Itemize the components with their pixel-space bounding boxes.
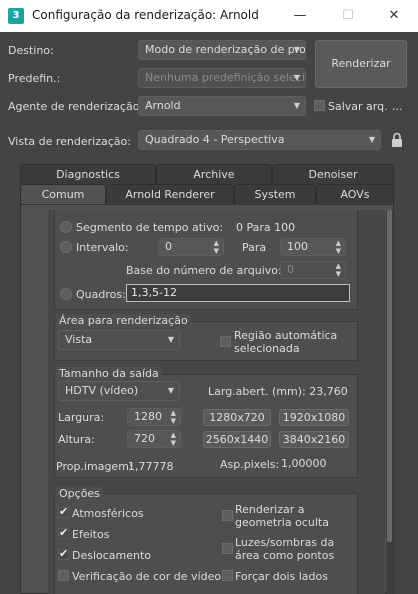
intervalo-label: Intervalo: bbox=[76, 241, 129, 254]
window-title: Configuração da renderização: Arnold bbox=[32, 8, 259, 22]
scrollbar-thumb[interactable] bbox=[387, 210, 392, 542]
output-preset-value: HDTV (vídeo) bbox=[65, 384, 139, 397]
vista-dropdown[interactable]: Quadrado 4 - Perspectiva ▼ bbox=[138, 130, 381, 150]
output-preset-dropdown[interactable]: HDTV (vídeo) ▼ bbox=[58, 381, 180, 401]
verificacao-cor-label: Verificação de cor de vídeo bbox=[72, 570, 222, 583]
quadros-radio[interactable] bbox=[60, 288, 72, 300]
tab-arnold-renderer[interactable]: Arnold Renderer bbox=[106, 184, 234, 204]
close-button[interactable]: ✕ bbox=[384, 6, 404, 26]
luzes-sombras-checkbox[interactable] bbox=[222, 543, 233, 554]
preset-1280x720-button[interactable]: 1280x720 bbox=[203, 409, 271, 426]
lock-icon[interactable] bbox=[390, 132, 404, 148]
checkmark-icon: ✔ bbox=[59, 526, 69, 539]
tab-diagnostics[interactable]: Diagnostics bbox=[20, 164, 156, 184]
largura-value: 1280 bbox=[134, 410, 162, 423]
agente-value: Arnold bbox=[145, 99, 181, 112]
segmento-radio[interactable] bbox=[60, 221, 72, 233]
vista-value: Quadrado 4 - Perspectiva bbox=[145, 133, 285, 146]
verificacao-cor-checkbox[interactable] bbox=[58, 570, 69, 581]
output-size-title: Tamanho da saída bbox=[56, 367, 162, 380]
intervalo-from-spinner[interactable]: 0 ▲ ▼ bbox=[158, 238, 224, 256]
altura-label: Altura: bbox=[58, 433, 95, 446]
efeitos-checkbox[interactable]: ✔ bbox=[58, 526, 69, 539]
destino-value: Modo de renderização de proc bbox=[145, 43, 306, 56]
vista-label: Vista de renderização: bbox=[8, 135, 131, 148]
quadros-label: Quadros: bbox=[76, 288, 126, 301]
checkmark-icon: ✔ bbox=[59, 505, 69, 518]
chevron-down-icon: ▼ bbox=[293, 101, 300, 110]
salvar-checkbox[interactable] bbox=[314, 100, 325, 111]
tab-denoiser[interactable]: Denoiser bbox=[272, 164, 394, 184]
spinner-arrows-icon[interactable]: ▲ ▼ bbox=[214, 239, 219, 255]
preset-3840x2160-button[interactable]: 3840x2160 bbox=[279, 431, 349, 448]
preset-2560x1440-button[interactable]: 2560x1440 bbox=[203, 431, 271, 448]
spinner-arrows-icon[interactable]: ▲ ▼ bbox=[336, 262, 341, 278]
para-label: Para bbox=[242, 241, 267, 254]
base-value: 0 bbox=[287, 263, 294, 276]
area-title: Área para renderização bbox=[56, 314, 191, 327]
aperture-label: Larg.abert. (mm): 23,760 bbox=[208, 385, 348, 398]
chevron-down-icon: ▼ bbox=[293, 45, 300, 54]
geometria-oculta-checkbox[interactable] bbox=[222, 510, 233, 521]
intervalo-radio[interactable] bbox=[60, 241, 72, 253]
deslocamento-label: Deslocamento bbox=[72, 549, 152, 562]
segmento-value: 0 Para 100 bbox=[236, 221, 296, 234]
render-button[interactable]: Renderizar bbox=[315, 40, 407, 88]
atmosfericos-label: Atmosféricos bbox=[72, 507, 144, 520]
minimize-button[interactable]: — bbox=[290, 6, 310, 26]
predefin-label: Predefin.: bbox=[8, 72, 61, 85]
base-spinner[interactable]: 0 ▲ ▼ bbox=[280, 261, 346, 279]
predefin-dropdown[interactable]: Nenhuma predefinição selecion ▼ bbox=[138, 68, 306, 88]
auto-region-checkbox[interactable] bbox=[220, 336, 231, 347]
chevron-down-icon: ▼ bbox=[293, 73, 300, 82]
more-options-button[interactable]: ... bbox=[392, 100, 403, 113]
segmento-label: Segmento de tempo ativo: bbox=[76, 221, 224, 234]
destino-label: Destino: bbox=[8, 44, 54, 57]
tab-system[interactable]: System bbox=[234, 184, 316, 204]
spinner-arrows-icon[interactable]: ▲ ▼ bbox=[171, 409, 176, 425]
area-value: Vista bbox=[65, 333, 93, 346]
quadros-input[interactable]: 1,3,5-12 bbox=[126, 284, 350, 302]
tab-aovs[interactable]: AOVs bbox=[316, 184, 394, 204]
prop-value: 1,77778 bbox=[128, 460, 174, 473]
title-bar: 3 Configuração da renderização: Arnold —… bbox=[0, 0, 418, 32]
altura-value: 720 bbox=[134, 432, 155, 445]
altura-spinner[interactable]: 720 ▲ ▼ bbox=[127, 430, 181, 448]
largura-spinner[interactable]: 1280 ▲ ▼ bbox=[127, 408, 181, 426]
spinner-arrows-icon[interactable]: ▲ ▼ bbox=[336, 239, 341, 255]
intervalo-from-value: 0 bbox=[165, 240, 172, 253]
area-dropdown[interactable]: Vista ▼ bbox=[58, 330, 180, 350]
base-label: Base do número de arquivo: bbox=[126, 264, 282, 277]
app-icon: 3 bbox=[8, 8, 24, 24]
predefin-value: Nenhuma predefinição selecion bbox=[145, 71, 306, 84]
largura-label: Largura: bbox=[58, 411, 105, 424]
chevron-down-icon: ▼ bbox=[167, 386, 174, 395]
deslocamento-checkbox[interactable]: ✔ bbox=[58, 547, 69, 560]
chevron-down-icon: ▼ bbox=[167, 335, 174, 344]
auto-region-label: Região automática selecionada bbox=[234, 329, 338, 355]
salvar-label: Salvar arq. bbox=[328, 100, 388, 113]
forcar-dois-lados-label: Forçar dois lados bbox=[235, 570, 328, 583]
forcar-dois-lados-checkbox[interactable] bbox=[222, 570, 233, 581]
preset-1920x1080-button[interactable]: 1920x1080 bbox=[279, 409, 349, 426]
checkmark-icon: ✔ bbox=[59, 547, 69, 560]
maximize-button[interactable]: ☐ bbox=[338, 6, 358, 26]
asp-value: 1,00000 bbox=[281, 457, 327, 470]
geometria-oculta-label: Renderizar a geometria oculta bbox=[235, 503, 329, 529]
prop-label: Prop.imagem: bbox=[56, 460, 133, 473]
efeitos-label: Efeitos bbox=[72, 528, 110, 541]
agente-dropdown[interactable]: Arnold ▼ bbox=[138, 96, 306, 116]
destino-dropdown[interactable]: Modo de renderização de proc ▼ bbox=[138, 40, 306, 60]
chevron-down-icon: ▼ bbox=[368, 135, 375, 144]
spinner-arrows-icon[interactable]: ▲ ▼ bbox=[171, 431, 176, 447]
intervalo-to-value: 100 bbox=[287, 240, 308, 253]
tab-archive[interactable]: Archive bbox=[156, 164, 272, 184]
agente-label: Agente de renderização: bbox=[8, 100, 144, 113]
luzes-sombras-label: Luzes/sombras da área como pontos bbox=[235, 536, 335, 562]
tab-comum[interactable]: Comum bbox=[20, 184, 106, 204]
atmosfericos-checkbox[interactable]: ✔ bbox=[58, 505, 69, 518]
options-title: Opções bbox=[56, 487, 103, 500]
asp-label: Asp.pixels: bbox=[220, 458, 280, 471]
intervalo-to-spinner[interactable]: 100 ▲ ▼ bbox=[280, 238, 346, 256]
